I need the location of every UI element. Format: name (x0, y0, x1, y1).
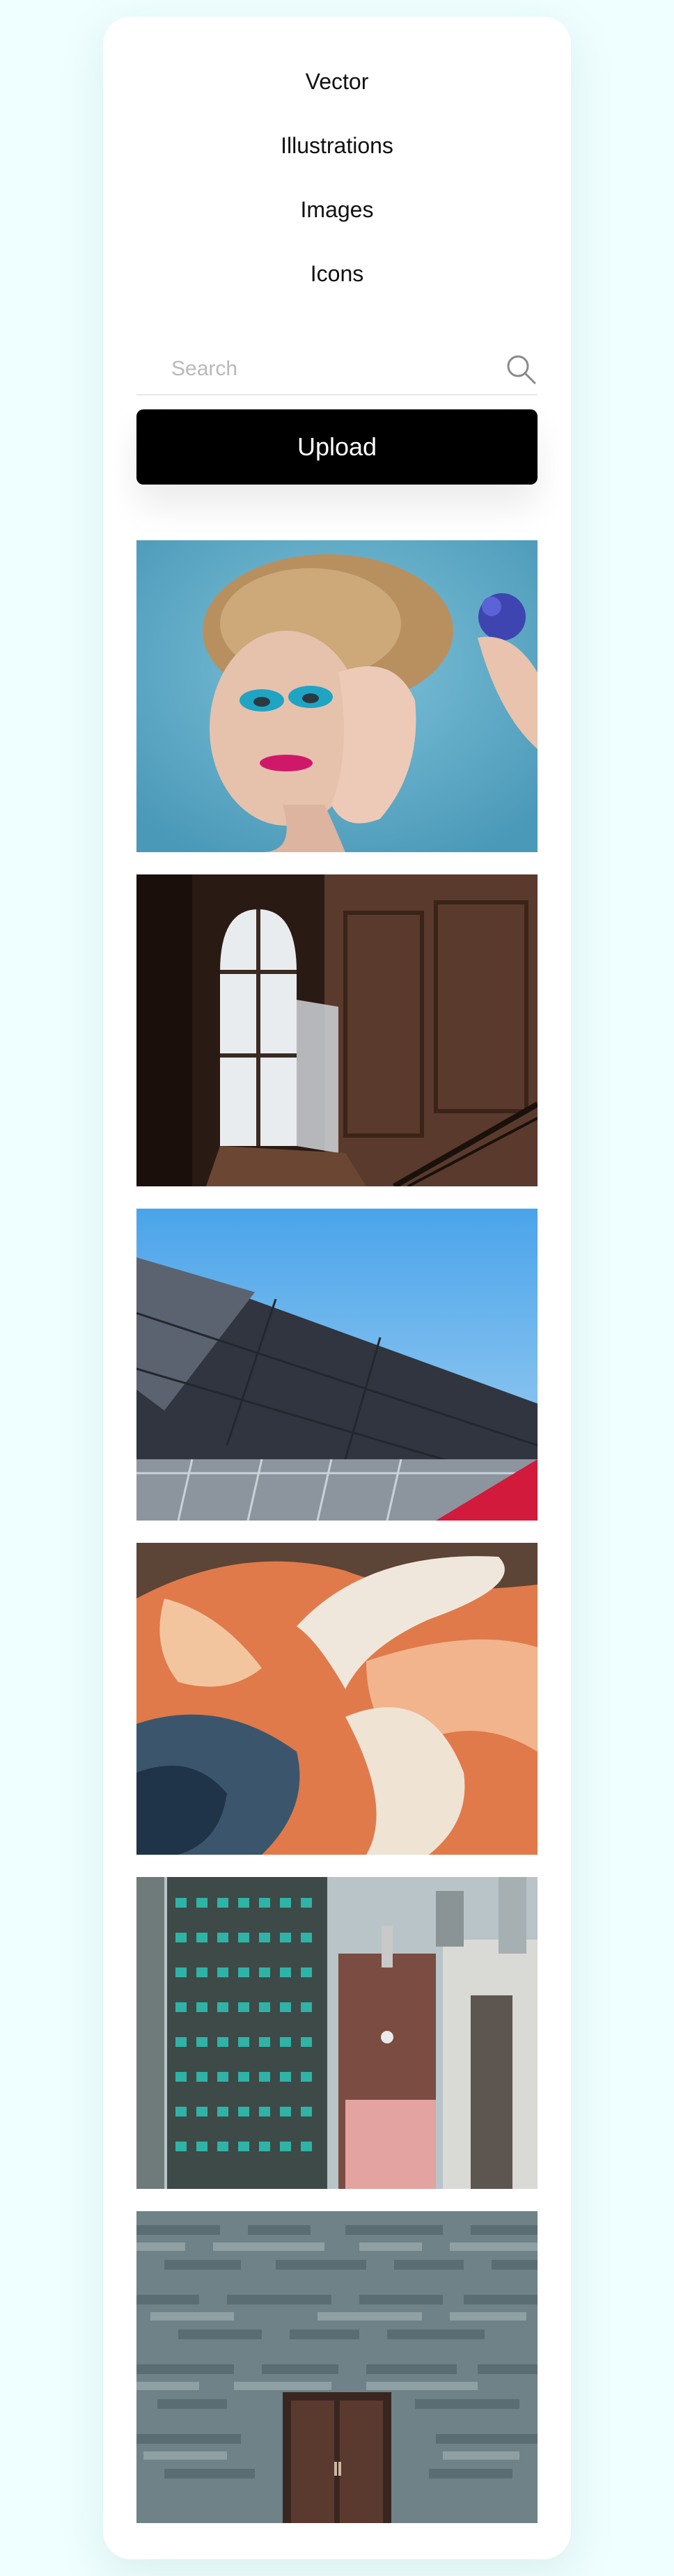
search-input[interactable] (170, 351, 479, 387)
gallery-image-roof[interactable] (136, 1209, 538, 1521)
stone-wall-door-photo (136, 2211, 538, 2523)
dark-roof-photo (136, 1209, 538, 1521)
nav-item-icons[interactable]: Icons (103, 260, 571, 288)
gallery-image-window[interactable] (136, 874, 538, 1186)
main-card: Vector Illustrations Images Icons Upload (103, 17, 571, 2559)
search-icon[interactable] (504, 352, 538, 386)
search-bar (136, 344, 538, 395)
gallery-image-city[interactable] (136, 1877, 538, 2189)
gallery-image-portrait[interactable] (136, 540, 538, 852)
gallery-image-aerial[interactable] (136, 1543, 538, 1855)
portrait-photo (136, 540, 538, 852)
gallery-image-wall-door[interactable] (136, 2211, 538, 2523)
arched-window-photo (136, 874, 538, 1186)
city-buildings-photo (136, 1877, 538, 2189)
upload-button[interactable]: Upload (136, 409, 538, 485)
nav-item-images[interactable]: Images (103, 196, 571, 223)
nav-item-vector[interactable]: Vector (103, 68, 571, 95)
aerial-landscape-photo (136, 1543, 538, 1855)
nav-item-illustrations[interactable]: Illustrations (103, 132, 571, 159)
